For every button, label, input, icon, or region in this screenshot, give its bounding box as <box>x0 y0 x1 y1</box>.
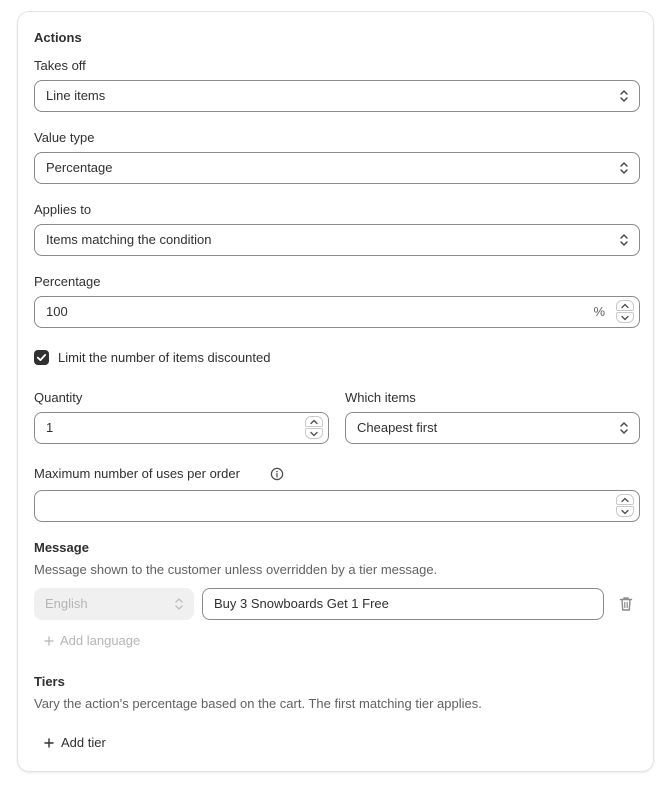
stepper-up-button[interactable] <box>616 494 634 505</box>
which-items-select[interactable]: Cheapest first <box>345 412 640 444</box>
actions-card: Actions Takes off Line items Value type … <box>17 11 654 772</box>
tiers-title: Tiers <box>34 674 65 689</box>
limit-items-label[interactable]: Limit the number of items discounted <box>58 350 270 365</box>
limit-items-checkbox[interactable] <box>34 350 49 365</box>
actions-title: Actions <box>34 30 82 45</box>
max-uses-label: Maximum number of uses per order <box>34 466 240 481</box>
max-uses-stepper[interactable] <box>616 494 634 518</box>
check-icon <box>36 354 47 361</box>
add-tier-label: Add tier <box>61 735 106 750</box>
chevron-down-icon <box>621 315 629 321</box>
select-chevron-icon <box>175 598 183 610</box>
stepper-down-button[interactable] <box>305 428 323 439</box>
chevron-up-icon <box>621 303 629 309</box>
chevron-down-icon <box>621 509 629 515</box>
takes-off-value: Line items <box>46 88 106 103</box>
applies-to-value: Items matching the condition <box>46 232 212 247</box>
plus-icon <box>44 738 54 748</box>
stepper-down-button[interactable] <box>616 312 634 323</box>
percentage-stepper[interactable] <box>616 300 634 324</box>
select-chevron-icon <box>620 162 628 174</box>
add-language-button: Add language <box>44 633 140 648</box>
language-select: English <box>34 588 194 620</box>
message-help: Message shown to the customer unless ove… <box>34 562 438 577</box>
add-language-label: Add language <box>60 633 141 648</box>
applies-to-select[interactable]: Items matching the condition <box>34 224 640 256</box>
message-title: Message <box>34 540 89 555</box>
chevron-up-icon <box>310 419 318 425</box>
chevron-down-icon <box>310 431 318 437</box>
quantity-stepper[interactable] <box>305 416 323 440</box>
trash-icon[interactable] <box>618 595 634 613</box>
max-uses-input[interactable] <box>34 490 640 522</box>
which-items-label: Which items <box>345 390 416 405</box>
value-type-select[interactable]: Percentage <box>34 152 640 184</box>
language-value: English <box>45 596 88 611</box>
takes-off-select[interactable]: Line items <box>34 80 640 112</box>
tiers-help: Vary the action's percentage based on th… <box>34 696 482 711</box>
add-tier-button[interactable]: Add tier <box>44 735 106 750</box>
stepper-up-button[interactable] <box>616 300 634 311</box>
applies-to-label: Applies to <box>34 202 92 217</box>
value-type-value: Percentage <box>46 160 113 175</box>
stepper-up-button[interactable] <box>305 416 323 427</box>
percent-suffix: % <box>593 304 605 319</box>
quantity-input[interactable]: 1 <box>34 412 329 444</box>
select-chevron-icon <box>620 90 628 102</box>
quantity-label: Quantity <box>34 390 83 405</box>
info-icon[interactable] <box>270 467 284 481</box>
select-chevron-icon <box>620 234 628 246</box>
percentage-input[interactable]: 100 % <box>34 296 640 328</box>
takes-off-label: Takes off <box>34 58 86 73</box>
value-type-label: Value type <box>34 130 95 145</box>
quantity-value: 1 <box>46 420 54 435</box>
stepper-down-button[interactable] <box>616 506 634 517</box>
message-text-input[interactable]: Buy 3 Snowboards Get 1 Free <box>202 588 604 620</box>
percentage-value: 100 <box>46 304 68 319</box>
chevron-up-icon <box>621 497 629 503</box>
message-text-value: Buy 3 Snowboards Get 1 Free <box>214 596 389 611</box>
percentage-label: Percentage <box>34 274 101 289</box>
plus-icon <box>44 636 54 646</box>
which-items-value: Cheapest first <box>357 420 438 435</box>
select-chevron-icon <box>620 422 628 434</box>
